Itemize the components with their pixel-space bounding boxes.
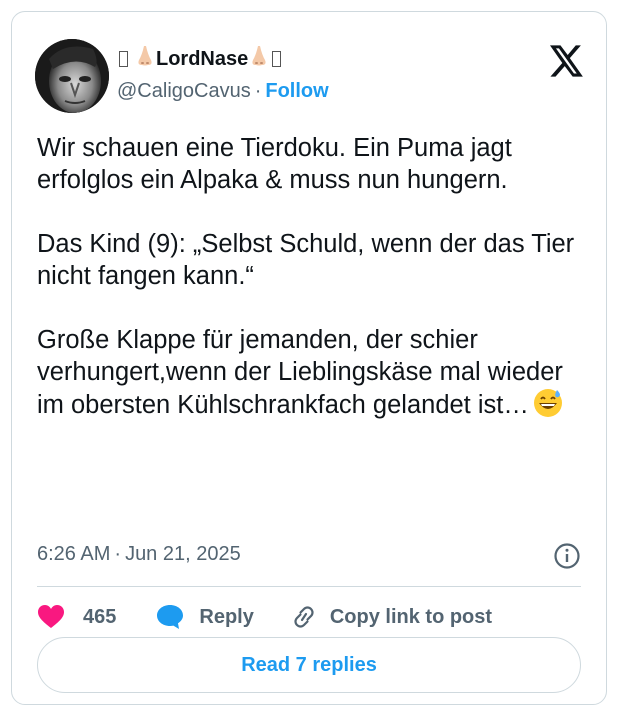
avatar[interactable] xyxy=(35,39,109,113)
follow-button[interactable]: Follow xyxy=(265,80,328,102)
tweet-text: Wir schauen eine Tierdoku. Ein Puma jagt… xyxy=(37,132,587,426)
reply-label: Reply xyxy=(199,605,254,628)
separator-dot: · xyxy=(254,80,262,102)
divider xyxy=(37,586,581,587)
read-replies-label: Read 7 replies xyxy=(241,653,377,676)
like-button[interactable]: 465 xyxy=(37,604,116,630)
avatar-image xyxy=(35,39,109,113)
handle-row: @CaligoCavus · Follow xyxy=(117,80,329,103)
timestamp[interactable]: 6:26 AM · Jun 21, 2025 xyxy=(37,543,241,566)
tweet-date: Jun 21, 2025 xyxy=(125,543,241,565)
copy-link-button[interactable]: Copy link to post xyxy=(290,604,492,630)
tweet-paragraph: Wir schauen eine Tierdoku. Ein Puma jagt… xyxy=(37,134,512,194)
info-icon[interactable] xyxy=(553,542,581,570)
like-count: 465 xyxy=(83,605,117,628)
tweet-paragraph: Große Klappe für jemanden, der schier ve… xyxy=(37,324,587,426)
author-display-name[interactable]: LordNase xyxy=(156,48,248,71)
link-icon xyxy=(290,604,318,630)
author-name-row[interactable]: LordNase xyxy=(117,45,287,73)
reply-bubble-icon xyxy=(156,604,184,630)
read-replies-button[interactable]: Read 7 replies xyxy=(37,637,581,693)
heart-icon xyxy=(37,604,65,630)
reply-button[interactable]: Reply xyxy=(156,604,254,630)
tweet-paragraph: Das Kind (9): „Selbst Schuld, wenn der d… xyxy=(37,230,575,290)
author-handle[interactable]: @CaligoCavus xyxy=(117,80,251,102)
missing-glyph-icon xyxy=(119,51,128,67)
separator-dot: · xyxy=(114,543,122,565)
x-logo-icon[interactable] xyxy=(550,45,584,77)
tweet-paragraph-text: Große Klappe für jemanden, der schier ve… xyxy=(37,326,563,419)
tweet-card: LordNase @CaligoCavus · Follow Wir schauen… xyxy=(11,11,607,705)
action-bar: 465 Reply Copy link to post xyxy=(37,603,492,631)
nose-emoji-icon xyxy=(137,45,153,73)
tweet-time: 6:26 AM xyxy=(37,543,111,565)
copy-link-label: Copy link to post xyxy=(329,605,493,628)
grinning-sweat-emoji-icon xyxy=(533,388,563,426)
missing-glyph-icon xyxy=(272,51,282,67)
nose-emoji-icon xyxy=(251,45,267,73)
